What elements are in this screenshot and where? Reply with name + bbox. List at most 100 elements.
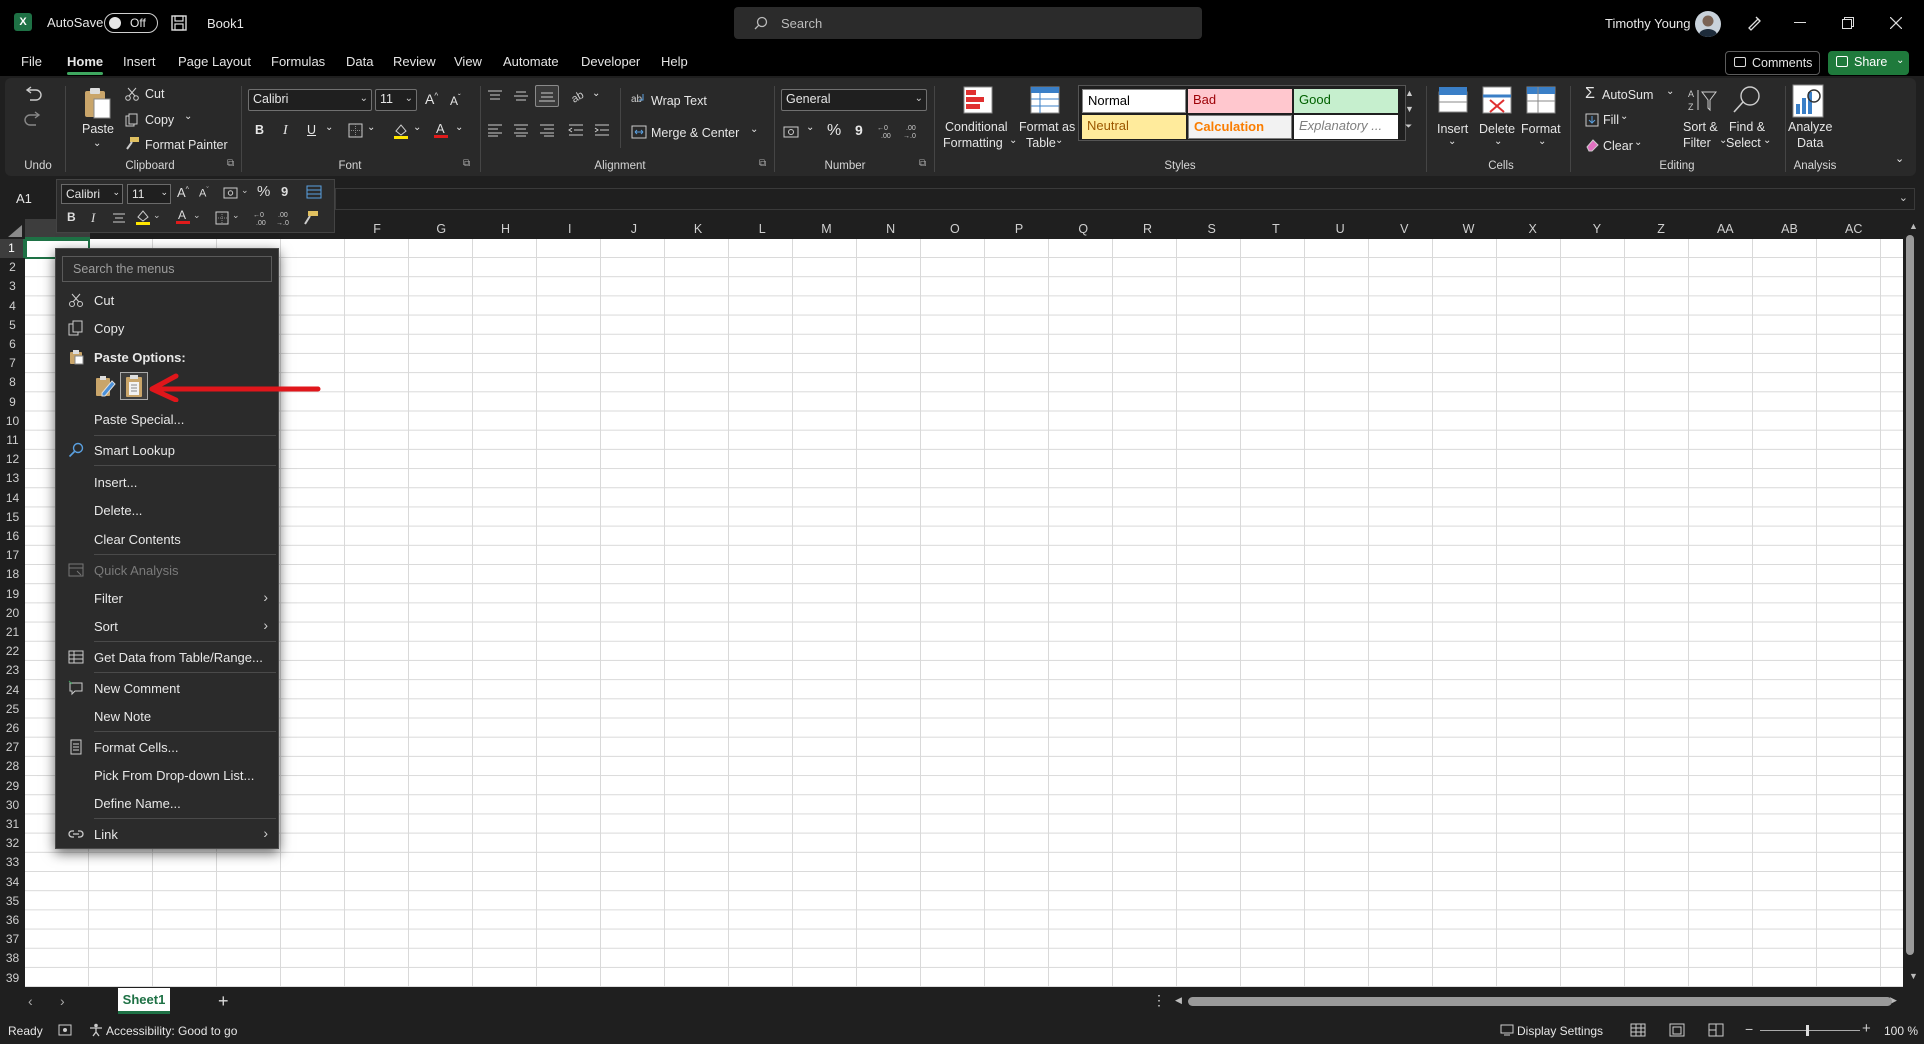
menu-item-sort[interactable]: Sort › [56,613,278,639]
wrap-text-icon[interactable]: ab [631,91,647,105]
increase-decimal-icon[interactable]: ←0.00 [877,122,897,140]
row-header[interactable]: 29 [0,777,25,796]
accessibility-status[interactable]: Accessibility: Good to go [106,1024,237,1038]
menu-item-filter[interactable]: Filter › [56,585,278,611]
display-settings[interactable]: Display Settings [1517,1024,1603,1038]
mini-increase-decimal-icon[interactable]: ←0.00 [253,209,271,227]
row-header[interactable]: 1 [0,239,25,258]
accessibility-icon[interactable] [89,1023,103,1037]
tab-view[interactable]: View [454,54,482,69]
pen-icon[interactable] [1745,14,1763,32]
style-explanatory[interactable]: Explanatory ... [1294,115,1398,139]
font-launcher-icon[interactable]: ⧉ [463,158,470,169]
column-header[interactable]: L [730,219,794,239]
row-header[interactable]: 25 [0,700,25,719]
menu-item-link[interactable]: Link › [56,821,278,847]
column-header[interactable]: G [409,219,473,239]
increase-font-icon[interactable]: A^ [425,91,438,107]
format-painter-button[interactable]: Format Painter [145,138,228,152]
mini-format-painter-icon[interactable] [303,210,319,226]
fill-icon[interactable] [1585,113,1599,127]
mini-borders-icon[interactable] [215,211,229,225]
style-good[interactable]: Good [1294,89,1398,113]
format-painter-icon[interactable] [125,136,140,151]
cut-button[interactable]: Cut [145,87,164,101]
undo-icon[interactable] [22,86,44,104]
more-options-icon[interactable]: ⋮ [1152,992,1166,1009]
row-header[interactable]: 30 [0,796,25,815]
mini-decrease-decimal-icon[interactable]: .00 →.0 [276,209,294,227]
column-header[interactable]: W [1436,219,1500,239]
format-as-table-label-2[interactable]: Table [1026,136,1056,150]
sheet-tab-sheet1[interactable]: Sheet1 [118,988,170,1014]
menu-item-clear-contents[interactable]: Clear Contents [56,526,278,552]
row-header[interactable]: 3 [0,277,25,296]
tab-home[interactable]: Home [67,54,104,75]
tab-insert[interactable]: Insert [123,54,156,69]
font-family-select[interactable]: Calibri ⌄ [248,89,372,111]
column-header[interactable]: I [538,219,602,239]
format-as-table-icon[interactable] [1030,86,1060,114]
row-header[interactable]: 37 [0,930,25,949]
restore-icon[interactable] [1842,17,1854,29]
close-icon[interactable] [1890,17,1902,29]
mini-decrease-font-icon[interactable]: Aˇ [199,187,209,200]
find-select-icon[interactable] [1732,84,1762,114]
copy-icon[interactable] [125,113,139,127]
display-settings-icon[interactable] [1500,1024,1514,1036]
mini-font-color-icon[interactable]: A [175,208,191,226]
menu-item-cut[interactable]: Cut [56,287,278,313]
merge-center-button[interactable]: Merge & Center [651,126,739,140]
tab-review[interactable]: Review [393,54,436,69]
row-header[interactable]: 14 [0,489,25,508]
row-header[interactable]: 26 [0,719,25,738]
mini-percent-button[interactable]: % [257,183,270,200]
paste-option-keep-source-icon[interactable] [92,373,118,399]
comments-button[interactable]: Comments [1725,51,1820,75]
align-center-icon[interactable] [513,123,529,137]
page-break-view-icon[interactable] [1708,1023,1724,1037]
sort-filter-label-2[interactable]: Filter [1683,136,1711,150]
menu-item-get-data[interactable]: Get Data from Table/Range... [56,644,278,670]
fill-button[interactable]: Fill [1603,113,1619,127]
tab-file[interactable]: File [21,54,42,69]
mini-fill-color-icon[interactable] [135,209,151,227]
column-header[interactable]: J [602,219,666,239]
column-header[interactable]: Q [1051,219,1115,239]
eraser-icon[interactable] [1585,138,1599,152]
borders-icon[interactable] [348,123,363,138]
column-header[interactable]: AB [1757,219,1821,239]
format-cells-button[interactable]: Format [1521,122,1561,136]
menu-search-input[interactable]: Search the menus [62,256,272,282]
styles-more-icon[interactable]: ⏷ [1405,121,1412,132]
row-header[interactable]: 11 [0,431,25,450]
column-header[interactable]: H [473,219,537,239]
font-size-select[interactable]: 11 ⌄ [375,89,417,111]
row-header[interactable]: 28 [0,757,25,776]
redo-icon[interactable] [22,111,44,129]
cut-icon[interactable] [125,87,139,101]
row-header[interactable]: 27 [0,738,25,757]
row-header[interactable]: 23 [0,661,25,680]
conditional-formatting-icon[interactable] [963,86,993,114]
analyze-data-label-2[interactable]: Data [1797,136,1823,150]
name-box[interactable]: A1 [8,188,52,210]
menu-item-new-comment[interactable]: New Comment [56,675,278,701]
italic-button[interactable]: I [283,123,288,139]
sort-filter-label-1[interactable]: Sort & [1683,120,1718,134]
row-header[interactable]: 20 [0,604,25,623]
style-bad[interactable]: Bad [1188,89,1292,113]
tab-developer[interactable]: Developer [581,54,640,69]
align-right-icon[interactable] [539,123,555,137]
row-header[interactable]: 35 [0,892,25,911]
menu-item-define-name[interactable]: Define Name... [56,790,278,816]
row-header[interactable]: 12 [0,450,25,469]
column-header[interactable]: N [859,219,923,239]
find-select-label-1[interactable]: Find & [1729,120,1765,134]
align-bottom-icon[interactable] [535,85,559,107]
row-header[interactable]: 38 [0,949,25,968]
row-header[interactable]: 22 [0,642,25,661]
decrease-font-icon[interactable]: Aˇ [450,93,461,108]
normal-view-icon[interactable] [1630,1023,1646,1037]
scroll-down-icon[interactable]: ▼ [1909,971,1918,981]
